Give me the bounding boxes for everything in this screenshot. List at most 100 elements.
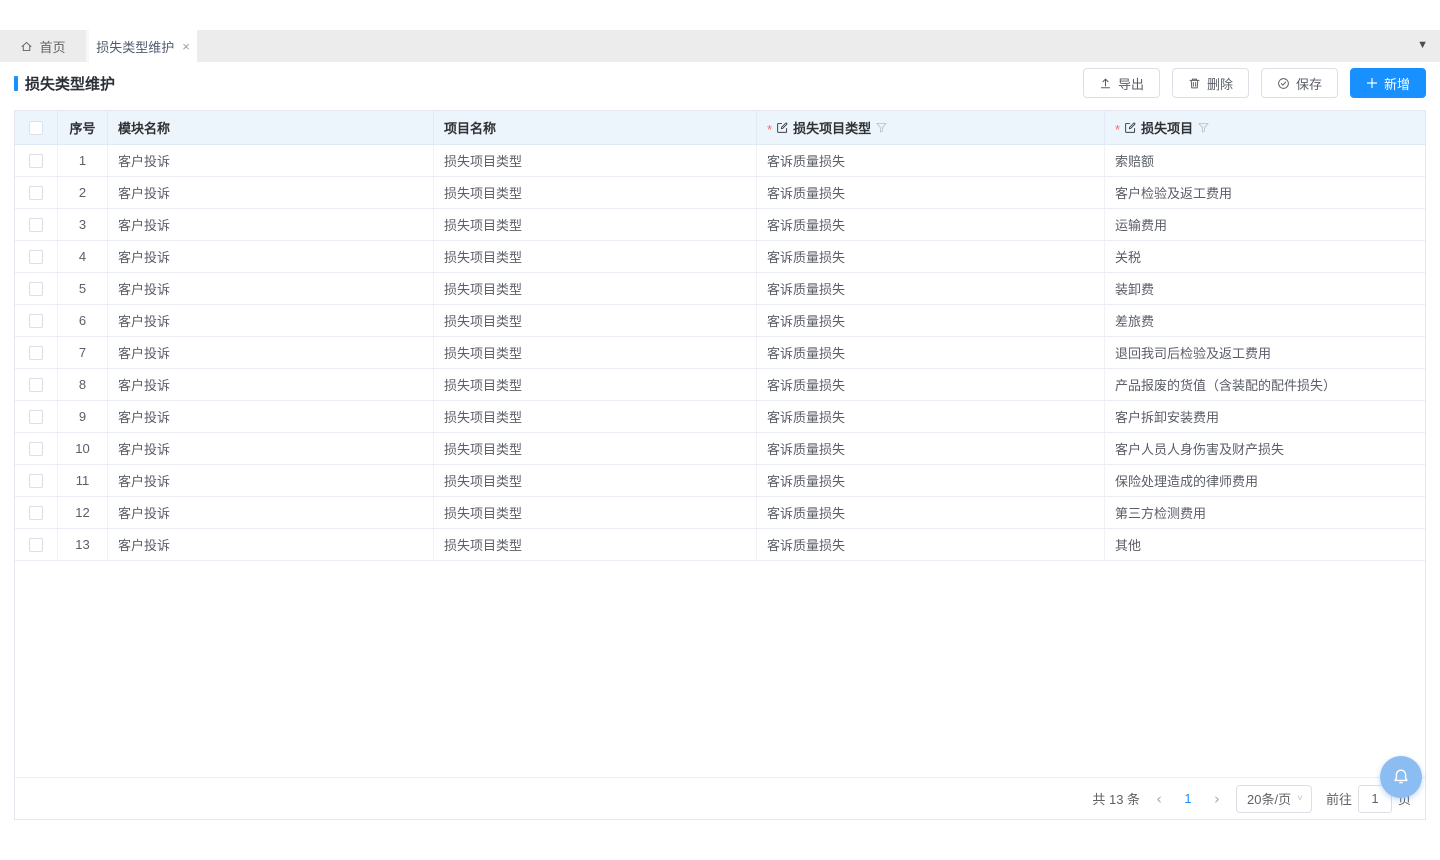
table-row: 5 客户投诉 损失项目类型 客诉质量损失 装卸费 <box>15 273 1425 305</box>
row-checkbox[interactable] <box>29 474 43 488</box>
edit-icon <box>776 121 789 134</box>
row-index: 12 <box>58 497 108 528</box>
row-loss-type[interactable]: 客诉质量损失 <box>757 529 1105 560</box>
table-row: 10 客户投诉 损失项目类型 客诉质量损失 客户人员人身伤害及财产损失 <box>15 433 1425 465</box>
row-checkbox-cell <box>15 209 58 240</box>
row-module: 客户投诉 <box>108 337 434 368</box>
row-loss-type[interactable]: 客诉质量损失 <box>757 177 1105 208</box>
row-loss-type[interactable]: 客诉质量损失 <box>757 305 1105 336</box>
row-loss-item[interactable]: 退回我司后检验及返工费用 <box>1105 337 1425 368</box>
row-index: 2 <box>58 177 108 208</box>
row-loss-type[interactable]: 客诉质量损失 <box>757 369 1105 400</box>
row-loss-type[interactable]: 客诉质量损失 <box>757 273 1105 304</box>
row-checkbox[interactable] <box>29 506 43 520</box>
save-icon <box>1277 77 1290 90</box>
row-checkbox[interactable] <box>29 442 43 456</box>
table-row: 4 客户投诉 损失项目类型 客诉质量损失 关税 <box>15 241 1425 273</box>
export-button-label: 导出 <box>1118 74 1144 93</box>
header-checkbox-cell <box>15 111 58 144</box>
row-loss-type[interactable]: 客诉质量损失 <box>757 401 1105 432</box>
row-loss-item[interactable]: 装卸费 <box>1105 273 1425 304</box>
row-checkbox-cell <box>15 145 58 176</box>
row-checkbox-cell <box>15 241 58 272</box>
row-project: 损失项目类型 <box>434 241 757 272</box>
row-checkbox-cell <box>15 305 58 336</box>
caret-down-icon[interactable]: ▼ <box>1417 39 1428 51</box>
row-loss-item[interactable]: 客户检验及返工费用 <box>1105 177 1425 208</box>
row-loss-item[interactable]: 索赔额 <box>1105 145 1425 176</box>
save-button[interactable]: 保存 <box>1261 68 1338 98</box>
page-size-select[interactable]: 20条/页 ˅ <box>1236 785 1312 813</box>
row-index: 6 <box>58 305 108 336</box>
table-row: 11 客户投诉 损失项目类型 客诉质量损失 保险处理造成的律师费用 <box>15 465 1425 497</box>
row-loss-type[interactable]: 客诉质量损失 <box>757 337 1105 368</box>
add-button[interactable]: 新增 <box>1350 68 1426 98</box>
row-loss-item[interactable]: 其他 <box>1105 529 1425 560</box>
row-checkbox[interactable] <box>29 538 43 552</box>
row-checkbox[interactable] <box>29 186 43 200</box>
row-checkbox[interactable] <box>29 154 43 168</box>
row-index: 1 <box>58 145 108 176</box>
row-loss-item[interactable]: 客户人员人身伤害及财产损失 <box>1105 433 1425 464</box>
tab-active-label: 损失类型维护 <box>96 37 174 56</box>
header-index: 序号 <box>58 111 108 144</box>
row-loss-item[interactable]: 保险处理造成的律师费用 <box>1105 465 1425 496</box>
chevron-left-icon[interactable]: ‹ <box>1154 790 1164 808</box>
row-loss-type[interactable]: 客诉质量损失 <box>757 465 1105 496</box>
row-checkbox[interactable] <box>29 314 43 328</box>
row-loss-type[interactable]: 客诉质量损失 <box>757 241 1105 272</box>
delete-button[interactable]: 删除 <box>1172 68 1249 98</box>
row-loss-type[interactable]: 客诉质量损失 <box>757 497 1105 528</box>
row-loss-item[interactable]: 运输费用 <box>1105 209 1425 240</box>
page-title-text: 损失类型维护 <box>25 73 115 94</box>
row-loss-type[interactable]: 客诉质量损失 <box>757 209 1105 240</box>
row-module: 客户投诉 <box>108 273 434 304</box>
row-project: 损失项目类型 <box>434 305 757 336</box>
row-checkbox-cell <box>15 369 58 400</box>
goto-label: 前往 <box>1326 789 1352 808</box>
row-project: 损失项目类型 <box>434 401 757 432</box>
row-loss-item[interactable]: 关税 <box>1105 241 1425 272</box>
select-all-checkbox[interactable] <box>29 121 43 135</box>
add-icon <box>1366 77 1378 89</box>
row-loss-type[interactable]: 客诉质量损失 <box>757 145 1105 176</box>
row-index: 4 <box>58 241 108 272</box>
row-loss-type[interactable]: 客诉质量损失 <box>757 433 1105 464</box>
row-checkbox[interactable] <box>29 250 43 264</box>
header-module: 模块名称 <box>108 111 434 144</box>
row-checkbox-cell <box>15 177 58 208</box>
row-loss-item[interactable]: 客户拆卸安装费用 <box>1105 401 1425 432</box>
chevron-right-icon[interactable]: › <box>1212 790 1222 808</box>
caret-down-icon: ˅ <box>1297 793 1303 804</box>
row-checkbox[interactable] <box>29 410 43 424</box>
delete-icon <box>1188 77 1201 90</box>
row-checkbox[interactable] <box>29 346 43 360</box>
filter-icon[interactable] <box>875 121 888 134</box>
filter-icon[interactable] <box>1197 121 1210 134</box>
row-loss-item[interactable]: 产品报废的货值（含装配的配件损失） <box>1105 369 1425 400</box>
tab-bar: 首页 损失类型维护 × ▼ <box>0 30 1440 62</box>
row-module: 客户投诉 <box>108 497 434 528</box>
export-icon <box>1099 77 1112 90</box>
row-checkbox[interactable] <box>29 378 43 392</box>
row-checkbox[interactable] <box>29 282 43 296</box>
header-loss-item-label: 损失项目 <box>1141 118 1193 137</box>
row-project: 损失项目类型 <box>434 273 757 304</box>
row-checkbox[interactable] <box>29 218 43 232</box>
save-button-label: 保存 <box>1296 74 1322 93</box>
pagination-total: 共 13 条 <box>1092 789 1140 808</box>
table-row: 1 客户投诉 损失项目类型 客诉质量损失 索赔额 <box>15 145 1425 177</box>
row-loss-item[interactable]: 第三方检测费用 <box>1105 497 1425 528</box>
row-project: 损失项目类型 <box>434 337 757 368</box>
close-icon[interactable]: × <box>182 40 190 53</box>
pagination: 共 13 条 ‹ 1 › 20条/页 ˅ 前往 页 <box>15 777 1425 819</box>
notification-fab[interactable] <box>1380 756 1422 798</box>
row-checkbox-cell <box>15 401 58 432</box>
pagination-current-page[interactable]: 1 <box>1178 791 1198 806</box>
export-button[interactable]: 导出 <box>1083 68 1160 98</box>
row-index: 9 <box>58 401 108 432</box>
header-project: 项目名称 <box>434 111 757 144</box>
row-loss-item[interactable]: 差旅费 <box>1105 305 1425 336</box>
tab-loss-type-maintenance[interactable]: 损失类型维护 × <box>89 30 197 62</box>
tab-home[interactable]: 首页 <box>0 30 86 62</box>
